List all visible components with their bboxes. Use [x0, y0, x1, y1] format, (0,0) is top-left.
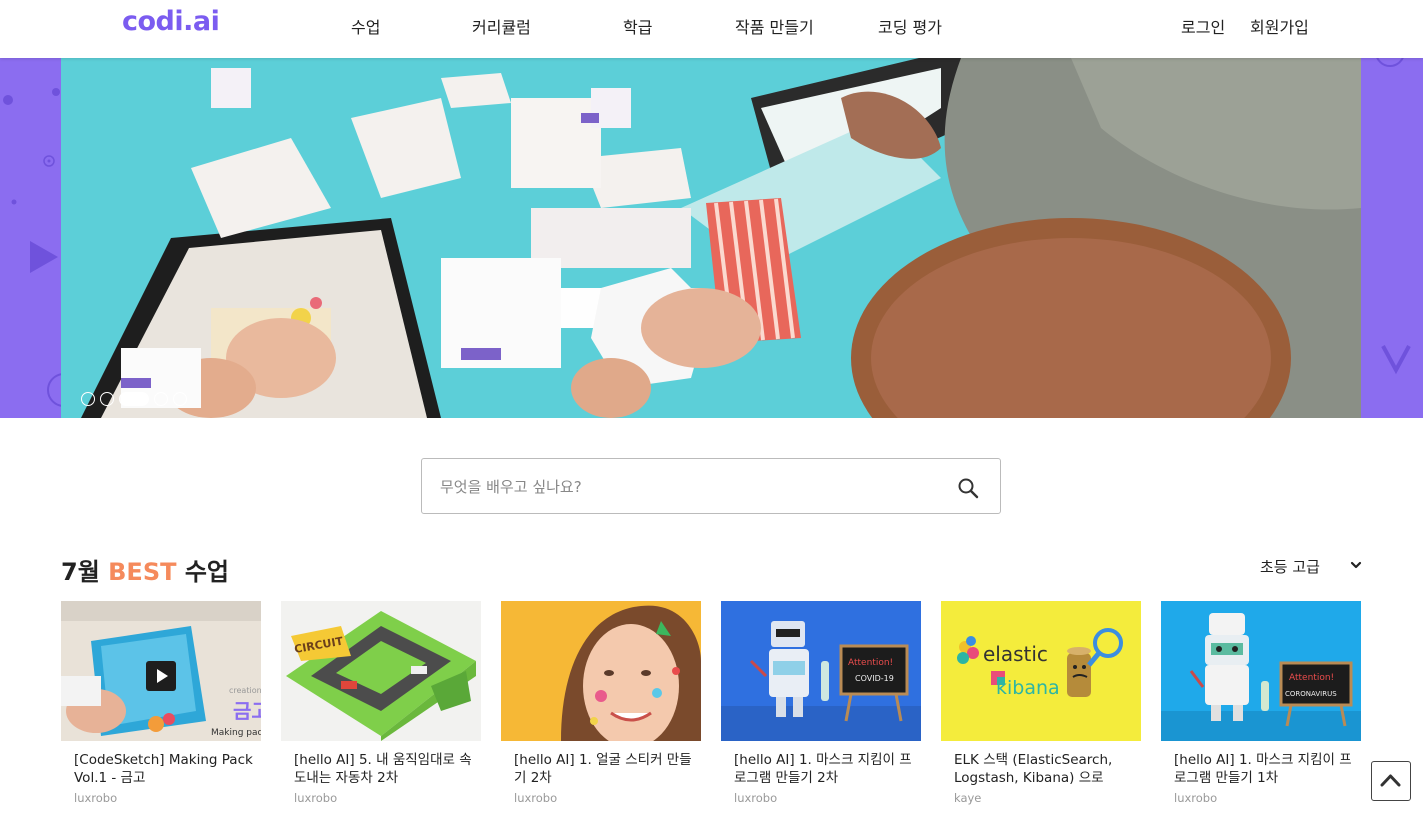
chevron-down-icon [1350, 561, 1362, 569]
course-thumbnail: creation 금고 Making pack [61, 601, 261, 741]
search-input[interactable] [440, 474, 940, 500]
nav-classroom[interactable]: 학급 [623, 14, 652, 38]
svg-text:elastic: elastic [983, 642, 1048, 666]
slider-dot-5[interactable] [173, 392, 187, 406]
svg-text:CORONAVIRUS: CORONAVIRUS [1285, 690, 1337, 698]
course-card[interactable]: Attention! CORONAVIRUS [hello AI] 1. 마스크… [1161, 601, 1361, 816]
nav-coding-assessment[interactable]: 코딩 평가 [878, 14, 942, 38]
course-card[interactable]: CIRCUIT [hello AI] 5. 내 움직임대로 속도내는 자동차 2… [281, 601, 481, 816]
course-card[interactable]: creation 금고 Making pack [CodeSketch] Mak… [61, 601, 261, 816]
slider-dot-2[interactable] [100, 392, 114, 406]
hero-banner [0, 58, 1423, 418]
hero-decoration-left [3, 88, 61, 407]
chevron-up-icon [1380, 774, 1401, 787]
login-link[interactable]: 로그인 [1181, 14, 1225, 38]
signup-link[interactable]: 회원가입 [1250, 14, 1309, 38]
nav-class[interactable]: 수업 [351, 14, 380, 38]
level-select[interactable]: 초등 고급 [1260, 556, 1362, 578]
nav-curriculum[interactable]: 커리큘럼 [472, 14, 531, 38]
course-thumbnail [501, 601, 701, 741]
search-box [421, 458, 1001, 514]
svg-text:Attention!: Attention! [1289, 673, 1334, 683]
section-title-suffix: 수업 [176, 558, 229, 586]
course-author: luxrobo [294, 791, 338, 805]
course-title: ELK 스택 (ElasticSearch, Logstash, Kibana)… [954, 752, 1113, 786]
course-card[interactable]: elastic kibana ELK 스택 (ElasticSearch, Lo… [941, 601, 1141, 816]
course-thumbnail: Attention! CORONAVIRUS [1161, 601, 1361, 741]
search-button[interactable] [956, 476, 980, 500]
hero-decoration-right [1376, 58, 1411, 375]
course-card[interactable]: [hello AI] 1. 얼굴 스티커 만들기 2차 luxrobo [501, 601, 701, 816]
hero-slider-dots [81, 392, 187, 406]
course-author: luxrobo [734, 791, 778, 805]
course-thumbnail: Attention! COVID-19 [721, 601, 921, 741]
course-title: [hello AI] 1. 마스크 지킴이 프로그램 만들기 1차 [1174, 752, 1352, 786]
course-title: [hello AI] 1. 마스크 지킴이 프로그램 만들기 2차 [734, 752, 912, 786]
scroll-top-button[interactable] [1371, 761, 1411, 801]
svg-text:Making pack: Making pack [211, 728, 261, 738]
section-title-prefix: 7월 [61, 558, 109, 586]
section-title: 7월 BEST 수업 [61, 552, 229, 587]
course-title: [CodeSketch] Making Pack Vol.1 - 금고 [74, 752, 253, 786]
course-thumbnail: elastic kibana [941, 601, 1141, 741]
logo[interactable]: codi.ai [122, 6, 220, 37]
course-title: [hello AI] 1. 얼굴 스티커 만들기 2차 [514, 752, 692, 786]
course-author: kaye [954, 791, 982, 805]
course-thumbnail: CIRCUIT [281, 601, 481, 741]
slider-dot-1[interactable] [81, 392, 95, 406]
course-author: luxrobo [74, 791, 118, 805]
search-icon [958, 478, 979, 499]
svg-text:kibana: kibana [996, 677, 1060, 699]
nav-create-project[interactable]: 작품 만들기 [735, 14, 814, 38]
svg-text:creation: creation [229, 686, 261, 695]
svg-text:금고: 금고 [233, 699, 261, 723]
slider-dot-3-active[interactable] [119, 392, 149, 406]
hero-slide-image[interactable] [61, 58, 1361, 418]
svg-text:Attention!: Attention! [848, 658, 893, 668]
section-title-best: BEST [108, 558, 177, 586]
top-header: codi.ai 수업 커리큘럼 학급 작품 만들기 코딩 평가 로그인 회원가입 [0, 0, 1423, 58]
level-select-value: 초등 고급 [1260, 558, 1320, 576]
slider-dot-4[interactable] [154, 392, 168, 406]
course-author: luxrobo [1174, 791, 1218, 805]
course-card[interactable]: Attention! COVID-19 [hello AI] 1. 마스크 지킴… [721, 601, 921, 816]
course-title: [hello AI] 5. 내 움직임대로 속도내는 자동차 2차 [294, 752, 472, 786]
svg-text:COVID-19: COVID-19 [855, 674, 894, 683]
course-author: luxrobo [514, 791, 558, 805]
